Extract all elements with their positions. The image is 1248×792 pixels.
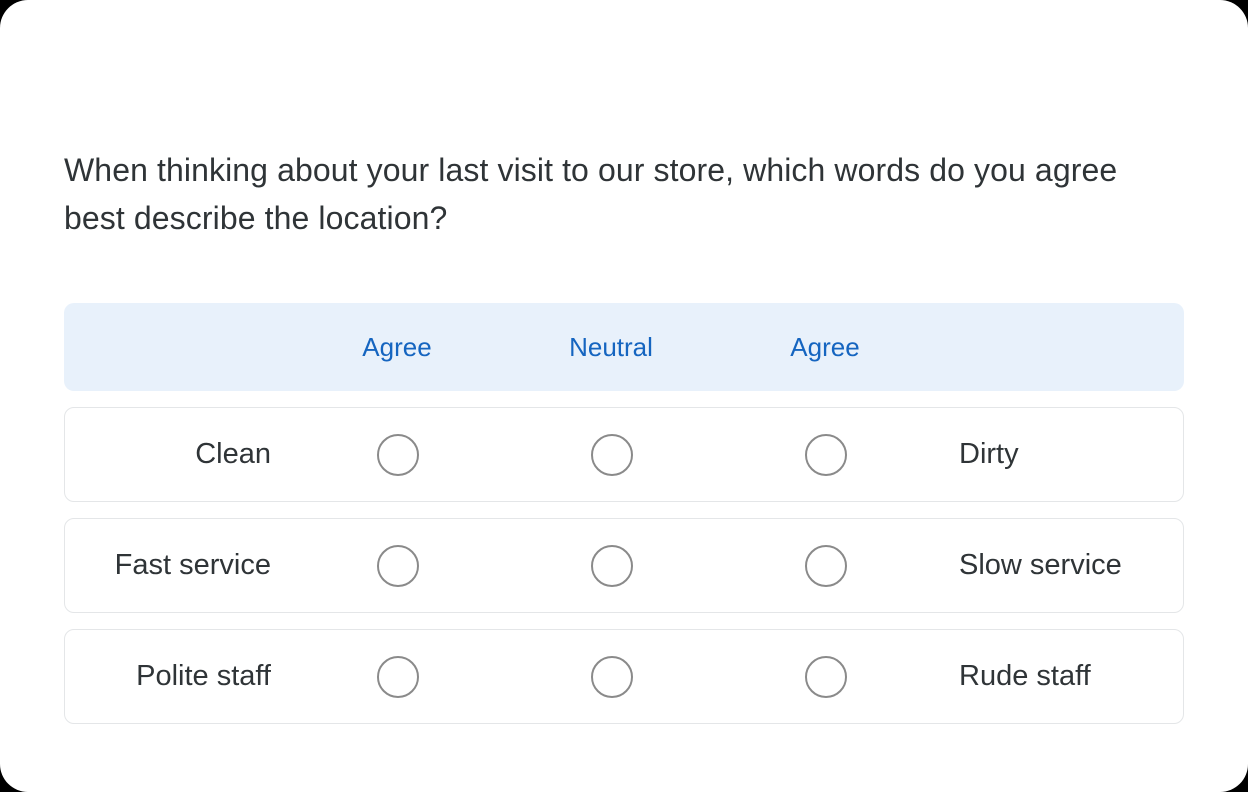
radio-fast-service-neutral[interactable]	[591, 544, 633, 587]
scale-header-label-3: Agree	[790, 331, 860, 362]
scale-header-label-2: Neutral	[569, 331, 653, 362]
row-left-label: Clean	[195, 438, 271, 470]
radio-cell[interactable]	[719, 544, 933, 587]
row-left-label: Fast service	[114, 549, 271, 581]
radio-cell[interactable]	[291, 544, 505, 587]
radio-cell[interactable]	[719, 655, 933, 698]
radio-cell[interactable]	[505, 433, 719, 476]
radio-clean-neutral[interactable]	[591, 433, 633, 476]
radio-fast-service-agree[interactable]	[377, 544, 419, 587]
radio-polite-staff-disagree[interactable]	[805, 655, 847, 698]
matrix-header-row: Agree Neutral Agree	[64, 303, 1184, 391]
row-right-label: Dirty	[959, 438, 1019, 470]
header-column-3: Agree	[718, 332, 932, 363]
matrix-question-table: Agree Neutral Agree Clean Dirty Fast ser…	[64, 303, 1184, 724]
question-text: When thinking about your last visit to o…	[64, 152, 1118, 236]
row-right-label: Slow service	[959, 549, 1122, 581]
radio-cell[interactable]	[291, 655, 505, 698]
radio-polite-staff-agree[interactable]	[377, 655, 419, 698]
radio-cell[interactable]	[505, 544, 719, 587]
header-column-1: Agree	[290, 332, 504, 363]
row-right-label: Rude staff	[959, 660, 1091, 692]
radio-fast-service-disagree[interactable]	[805, 544, 847, 587]
row-left-label: Polite staff	[136, 660, 271, 692]
radio-cell[interactable]	[719, 433, 933, 476]
survey-page: When thinking about your last visit to o…	[0, 0, 1248, 792]
radio-cell[interactable]	[505, 655, 719, 698]
radio-cell[interactable]	[291, 433, 505, 476]
radio-polite-staff-neutral[interactable]	[591, 655, 633, 698]
table-row: Polite staff Rude staff	[64, 629, 1184, 724]
radio-clean-agree[interactable]	[377, 433, 419, 476]
table-row: Fast service Slow service	[64, 518, 1184, 613]
header-column-2: Neutral	[504, 332, 718, 363]
scale-header-label-1: Agree	[362, 331, 432, 362]
radio-clean-disagree[interactable]	[805, 433, 847, 476]
table-row: Clean Dirty	[64, 407, 1184, 502]
